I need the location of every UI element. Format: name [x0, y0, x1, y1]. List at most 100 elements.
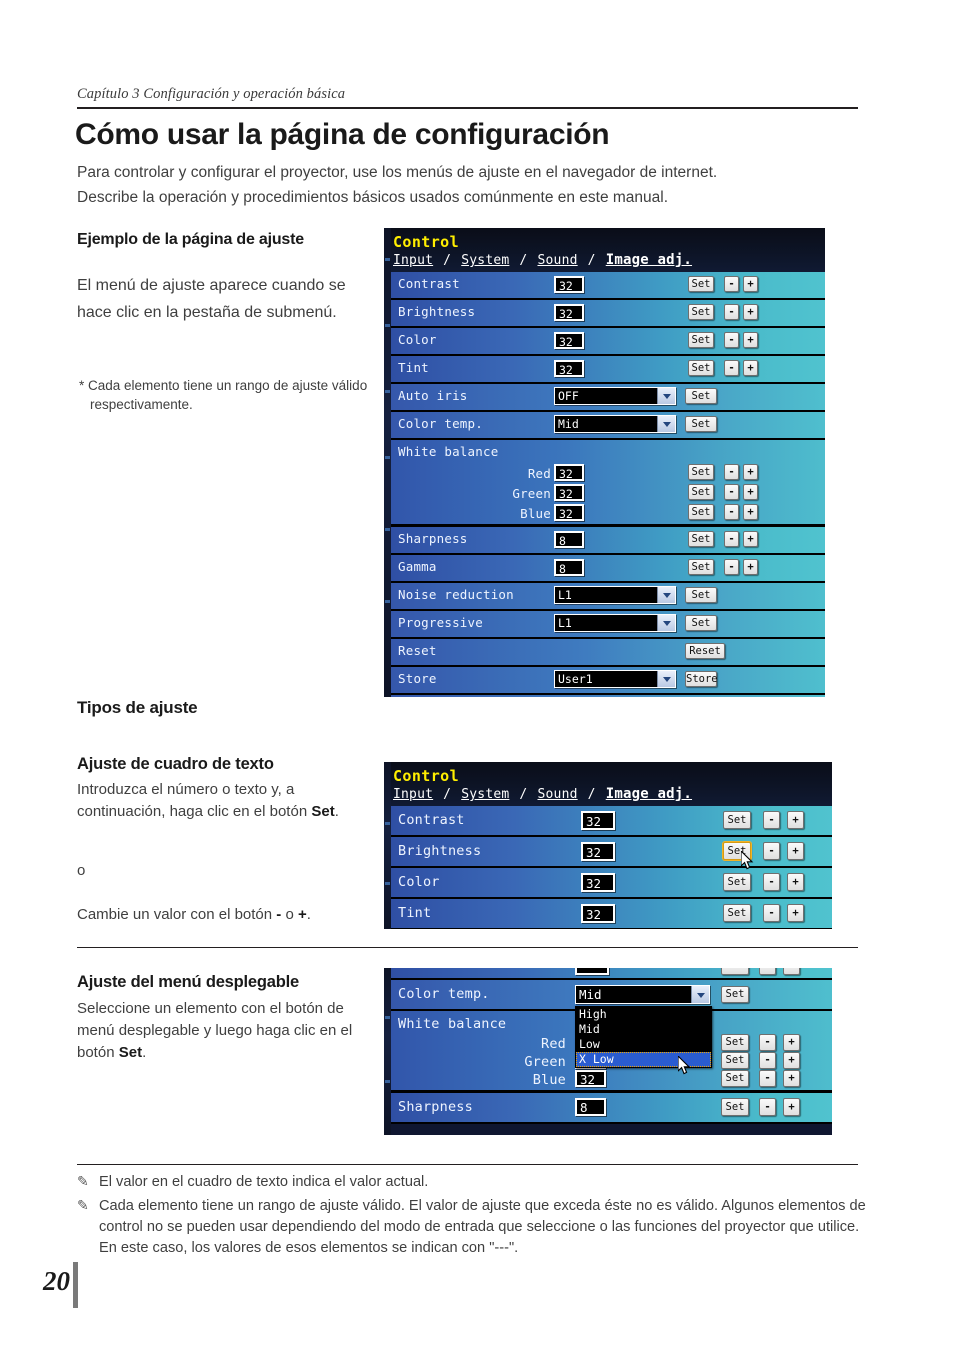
minus-button-contrast[interactable]: - [763, 811, 780, 829]
select-auto-iris[interactable]: OFF [554, 387, 676, 405]
reset-button[interactable]: Reset [685, 643, 725, 659]
set-button-color[interactable]: Set [688, 332, 714, 348]
minus-button-green[interactable]: - [759, 1052, 776, 1069]
minus-button-tint[interactable]: - [724, 360, 739, 376]
nav-link-image-adj[interactable]: Image adj. [606, 786, 692, 802]
nav-link-system[interactable]: System [461, 787, 509, 802]
partial-set-button[interactable] [721, 968, 749, 975]
minus-button-green[interactable]: - [724, 484, 739, 500]
nav-link-input[interactable]: Input [393, 787, 433, 802]
value-input-color[interactable]: 32 [581, 873, 615, 892]
set-button-color[interactable]: Set [723, 873, 751, 891]
dropdown-option-high[interactable]: High [576, 1007, 711, 1022]
set-button-green[interactable]: Set [688, 484, 714, 500]
dropdown-option-mid[interactable]: Mid [576, 1022, 711, 1037]
value-input-tint[interactable]: 32 [581, 904, 615, 923]
set-button-auto-iris[interactable]: Set [685, 388, 717, 404]
nav-link-system[interactable]: System [461, 253, 509, 268]
set-button-blue[interactable]: Set [688, 504, 714, 520]
chevron-down-icon[interactable] [657, 587, 675, 603]
minus-button-red[interactable]: - [759, 1034, 776, 1051]
set-button-noise-reduction[interactable]: Set [685, 587, 717, 603]
set-button-color-temp[interactable]: Set [685, 416, 717, 432]
plus-button-tint[interactable]: + [787, 904, 804, 922]
plus-button-contrast[interactable]: + [743, 276, 758, 292]
set-button-green[interactable]: Set [721, 1052, 749, 1069]
white-balance-input-green[interactable]: 32 [554, 484, 584, 501]
white-balance-input-blue[interactable]: 32 [575, 1070, 606, 1087]
dropdown-option-low[interactable]: Low [576, 1037, 711, 1052]
plus-button-blue[interactable]: + [783, 1070, 800, 1087]
set-button-color-temp[interactable]: Set [721, 986, 749, 1003]
plus-button-sharpness[interactable]: + [783, 1098, 800, 1116]
minus-button-red[interactable]: - [724, 464, 739, 480]
chevron-down-icon[interactable] [657, 615, 675, 631]
minus-button-tint[interactable]: - [763, 904, 780, 922]
minus-button-blue[interactable]: - [724, 504, 739, 520]
value-input-sharpness[interactable]: 8 [575, 1098, 606, 1116]
set-button-sharpness[interactable]: Set [688, 531, 714, 547]
minus-button-sharpness[interactable]: - [724, 531, 739, 547]
plus-button-blue[interactable]: + [743, 504, 758, 520]
value-input-brightness[interactable]: 32 [581, 842, 615, 861]
value-input-sharpness[interactable]: 8 [554, 531, 584, 548]
white-balance-input-blue[interactable]: 32 [554, 504, 584, 521]
set-button-tint[interactable]: Set [723, 904, 751, 922]
minus-button-brightness[interactable]: - [763, 842, 780, 860]
set-button-contrast[interactable]: Set [688, 276, 714, 292]
chevron-down-icon[interactable] [691, 986, 709, 1003]
value-input-brightness[interactable]: 32 [554, 304, 584, 321]
store-button-store[interactable]: Store [685, 671, 718, 687]
select-color-temp[interactable]: Mid [575, 985, 710, 1004]
nav-link-sound[interactable]: Sound [538, 253, 578, 268]
plus-button-red[interactable]: + [783, 1034, 800, 1051]
minus-button-color[interactable]: - [763, 873, 780, 891]
partial-minus-button[interactable] [759, 968, 776, 975]
minus-button-brightness[interactable]: - [724, 304, 739, 320]
set-button-sharpness[interactable]: Set [721, 1098, 749, 1116]
value-input-gamma[interactable]: 8 [554, 559, 584, 576]
select-noise-reduction[interactable]: L1 [554, 586, 676, 604]
set-button-gamma[interactable]: Set [688, 559, 714, 575]
set-button-red[interactable]: Set [721, 1034, 749, 1051]
plus-button-tint[interactable]: + [743, 360, 758, 376]
plus-button-green[interactable]: + [743, 484, 758, 500]
nav-link-sound[interactable]: Sound [538, 787, 578, 802]
value-input-tint[interactable]: 32 [554, 360, 584, 377]
plus-button-sharpness[interactable]: + [743, 531, 758, 547]
plus-button-red[interactable]: + [743, 464, 758, 480]
partial-value-input[interactable] [575, 968, 609, 975]
nav-link-input[interactable]: Input [393, 253, 433, 268]
select-progressive[interactable]: L1 [554, 614, 676, 632]
minus-button-sharpness[interactable]: - [759, 1098, 776, 1116]
set-button-progressive[interactable]: Set [685, 615, 717, 631]
value-input-contrast[interactable]: 32 [554, 276, 584, 293]
white-balance-input-red[interactable]: 32 [554, 464, 584, 481]
set-button-red[interactable]: Set [688, 464, 714, 480]
select-color-temp[interactable]: Mid [554, 415, 676, 433]
set-button-tint[interactable]: Set [688, 360, 714, 376]
set-button-contrast[interactable]: Set [723, 811, 751, 829]
set-button-blue[interactable]: Set [721, 1070, 749, 1087]
minus-button-contrast[interactable]: - [724, 276, 739, 292]
web-ui-nav-2[interactable]: Input / System / Sound / Image adj. [393, 785, 832, 804]
web-ui-nav[interactable]: Input / System / Sound / Image adj. [393, 251, 825, 270]
minus-button-blue[interactable]: - [759, 1070, 776, 1087]
value-input-contrast[interactable]: 32 [581, 811, 615, 830]
minus-button-color[interactable]: - [724, 332, 739, 348]
nav-link-image-adj[interactable]: Image adj. [606, 252, 692, 268]
plus-button-color[interactable]: + [743, 332, 758, 348]
value-input-color[interactable]: 32 [554, 332, 584, 349]
minus-button-gamma[interactable]: - [724, 559, 739, 575]
plus-button-green[interactable]: + [783, 1052, 800, 1069]
plus-button-brightness[interactable]: + [787, 842, 804, 860]
set-button-brightness[interactable]: Set [688, 304, 714, 320]
plus-button-contrast[interactable]: + [787, 811, 804, 829]
chevron-down-icon[interactable] [657, 671, 675, 687]
chevron-down-icon[interactable] [657, 388, 675, 404]
plus-button-gamma[interactable]: + [743, 559, 758, 575]
select-store[interactable]: User1 [554, 670, 676, 688]
chevron-down-icon[interactable] [657, 416, 675, 432]
partial-plus-button[interactable] [783, 968, 800, 975]
plus-button-color[interactable]: + [787, 873, 804, 891]
